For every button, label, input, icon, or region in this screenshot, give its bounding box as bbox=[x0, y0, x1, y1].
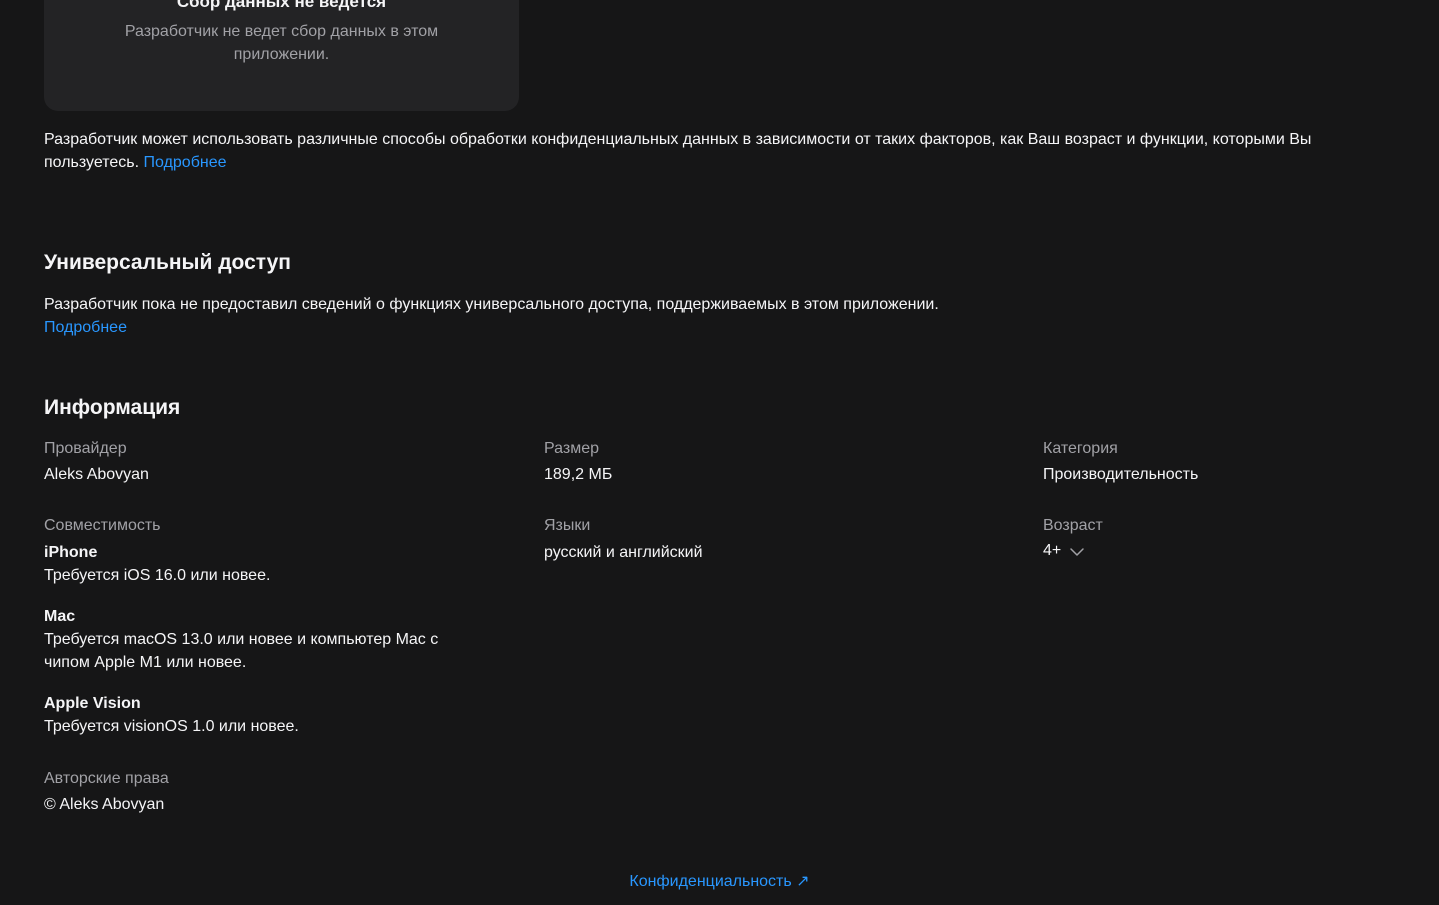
languages-label: Языки bbox=[544, 517, 591, 534]
privacy-card-title: Сбор данных не ведется bbox=[176, 0, 387, 11]
compat-requirement: Требуется macOS 13.0 или новее и компьют… bbox=[44, 631, 439, 671]
footer: Конфиденциальность ↗ bbox=[0, 872, 1439, 892]
copyright-value: © Aleks Abovyan bbox=[44, 796, 165, 813]
compat-requirement: Требуется iOS 16.0 или новее. bbox=[44, 567, 271, 584]
compat-apple-vision: Apple Vision Требуется visionOS 1.0 или … bbox=[44, 693, 484, 738]
provider-value: Aleks Abovyan bbox=[44, 466, 149, 483]
chevron-down-icon bbox=[1069, 545, 1085, 557]
compat-mac: Mac Требуется macOS 13.0 или новее и ком… bbox=[44, 606, 459, 674]
privacy-note-text: Разработчик может использовать различные… bbox=[44, 131, 1312, 171]
compat-device-name: Mac bbox=[44, 608, 76, 625]
accessibility-text: Разработчик пока не предоставил сведений… bbox=[44, 296, 939, 313]
accessibility-learn-more-link[interactable]: Подробнее bbox=[44, 316, 127, 339]
size-label: Размер bbox=[544, 440, 599, 457]
privacy-card: Сбор данных не ведется Разработчик не ве… bbox=[44, 0, 519, 111]
age-rating-toggle[interactable]: 4+ bbox=[1043, 541, 1085, 561]
provider-label: Провайдер bbox=[44, 440, 127, 457]
privacy-learn-more-link[interactable]: Подробнее bbox=[144, 154, 227, 171]
app-store-info-page: Сбор данных не ведется Разработчик не ве… bbox=[0, 0, 1439, 905]
compat-iphone: iPhone Требуется iOS 16.0 или новее. bbox=[44, 542, 484, 587]
age-value: 4+ bbox=[1043, 542, 1062, 559]
compat-requirement: Требуется visionOS 1.0 или новее. bbox=[44, 718, 299, 735]
languages-value: русский и английский bbox=[544, 544, 703, 561]
privacy-card-text: Разработчик не ведет сбор данных в этом … bbox=[124, 23, 439, 63]
information-title: Информация bbox=[44, 396, 181, 419]
category-value: Производительность bbox=[1043, 466, 1199, 483]
accessibility-title: Универсальный доступ bbox=[44, 251, 291, 274]
compat-device-name: iPhone bbox=[44, 544, 98, 561]
size-value: 189,2 МБ bbox=[544, 466, 613, 483]
compatibility-label: Совместимость bbox=[44, 517, 161, 534]
privacy-policy-link[interactable]: Конфиденциальность ↗ bbox=[629, 873, 809, 890]
category-label: Категория bbox=[1043, 440, 1118, 457]
compat-device-name: Apple Vision bbox=[44, 695, 141, 712]
copyright-label: Авторские права bbox=[44, 770, 169, 787]
privacy-note: Разработчик может использовать различные… bbox=[44, 128, 1404, 174]
age-label: Возраст bbox=[1043, 517, 1103, 534]
